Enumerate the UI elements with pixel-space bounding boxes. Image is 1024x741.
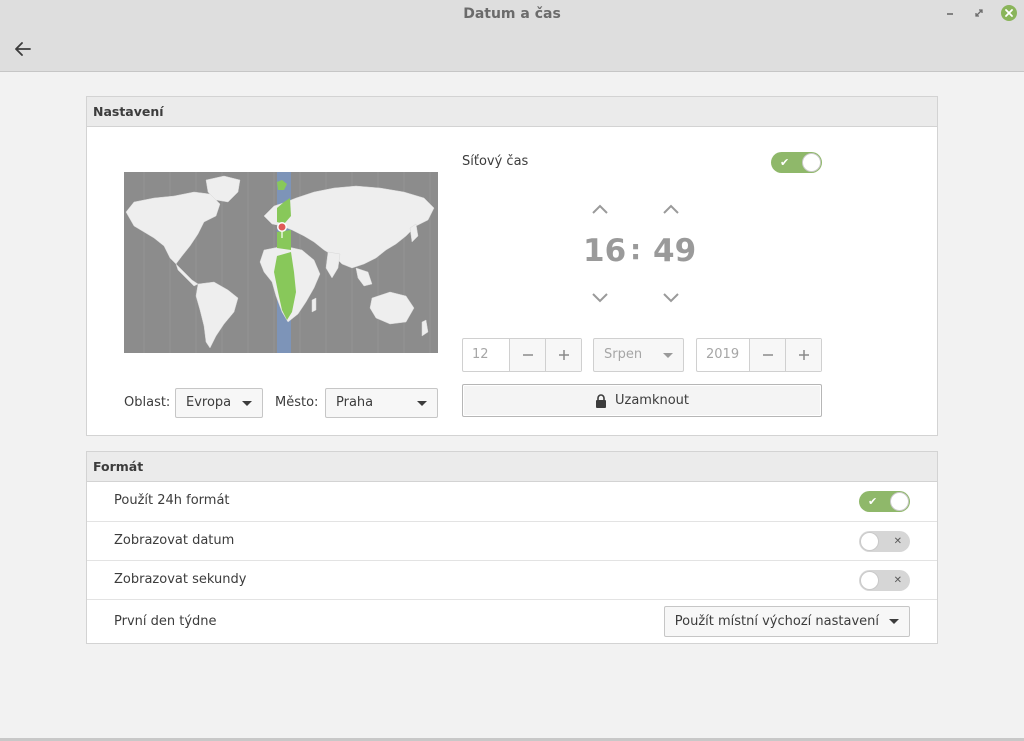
minus-icon bbox=[522, 354, 533, 356]
minute-down-chevron-down-icon[interactable] bbox=[661, 290, 681, 304]
switch-knob bbox=[802, 153, 821, 172]
region-label: Oblast: bbox=[124, 395, 171, 410]
maximize-button[interactable] bbox=[971, 6, 987, 20]
world-map bbox=[124, 172, 438, 353]
region-dropdown[interactable]: Evropa bbox=[175, 388, 263, 418]
x-icon: ✕ bbox=[893, 575, 902, 586]
year-plus-button[interactable] bbox=[785, 339, 821, 371]
city-value: Praha bbox=[336, 395, 374, 410]
hour-down-chevron-down-icon[interactable] bbox=[590, 290, 610, 304]
day-minus-button[interactable] bbox=[509, 339, 545, 371]
settings-section: Nastavení Oblast: Evropa Město: Praha Sí… bbox=[86, 96, 938, 436]
network-time-switch[interactable]: ✔ bbox=[771, 152, 822, 173]
timezone-map[interactable] bbox=[124, 172, 438, 353]
year-spinbutton[interactable]: 2019 bbox=[696, 338, 822, 372]
year-minus-button[interactable] bbox=[749, 339, 785, 371]
window-title: Datum a čas bbox=[463, 6, 561, 22]
dropdown-arrow-icon bbox=[663, 353, 673, 358]
switch-knob bbox=[860, 532, 879, 551]
minute-value: 49 bbox=[653, 233, 697, 269]
use-24h-label: Použít 24h formát bbox=[114, 493, 230, 508]
minus-icon bbox=[762, 354, 773, 356]
maximize-icon bbox=[975, 9, 983, 17]
year-value: 2019 bbox=[706, 347, 740, 362]
network-time-label: Síťový čas bbox=[462, 154, 529, 169]
first-day-label: První den týdne bbox=[114, 614, 217, 629]
show-seconds-label: Zobrazovat sekundy bbox=[114, 572, 247, 587]
close-button[interactable] bbox=[1001, 5, 1017, 21]
format-section: Formát Použít 24h formát ✔ Zobrazovat da… bbox=[86, 451, 938, 644]
minimize-button[interactable] bbox=[942, 6, 958, 20]
lock-label: Uzamknout bbox=[614, 393, 690, 408]
dropdown-arrow-icon bbox=[242, 401, 252, 406]
check-icon: ✔ bbox=[780, 156, 790, 169]
lock-icon bbox=[595, 393, 606, 408]
dropdown-arrow-icon bbox=[417, 401, 427, 406]
arrow-left-icon bbox=[15, 42, 31, 56]
show-date-label: Zobrazovat datum bbox=[114, 533, 235, 548]
plus-icon bbox=[798, 350, 809, 360]
time-separator: : bbox=[630, 233, 642, 266]
hour-up-chevron-up-icon[interactable] bbox=[590, 203, 610, 217]
day-value: 12 bbox=[472, 347, 489, 362]
show-seconds-switch[interactable]: ✕ bbox=[859, 570, 910, 591]
plus-icon bbox=[558, 350, 569, 360]
show-seconds-row: Zobrazovat sekundy ✕ bbox=[87, 560, 937, 599]
first-day-value: Použít místní výchozí nastavení bbox=[674, 614, 879, 629]
format-heading: Formát bbox=[87, 452, 937, 482]
city-dropdown[interactable]: Praha bbox=[325, 388, 438, 418]
show-date-switch[interactable]: ✕ bbox=[859, 531, 910, 552]
first-day-dropdown[interactable]: Použít místní výchozí nastavení bbox=[663, 606, 910, 637]
close-icon bbox=[1005, 9, 1013, 17]
dropdown-arrow-icon bbox=[889, 619, 899, 624]
month-dropdown[interactable]: Srpen bbox=[593, 338, 684, 372]
minute-up-chevron-up-icon[interactable] bbox=[661, 203, 681, 217]
city-label: Město: bbox=[275, 395, 319, 410]
day-spinbutton[interactable]: 12 bbox=[462, 338, 582, 372]
x-icon: ✕ bbox=[893, 536, 902, 547]
minimize-icon bbox=[947, 13, 953, 15]
use-24h-switch[interactable]: ✔ bbox=[859, 491, 910, 512]
lock-button[interactable]: Uzamknout bbox=[462, 384, 822, 417]
back-button[interactable] bbox=[8, 36, 38, 62]
header-bar: Datum a čas bbox=[0, 0, 1024, 72]
region-value: Evropa bbox=[186, 395, 232, 410]
month-value: Srpen bbox=[604, 347, 643, 362]
switch-knob bbox=[860, 571, 879, 590]
hour-value: 16 bbox=[583, 233, 627, 269]
first-day-row: První den týdne Použít místní výchozí na… bbox=[87, 599, 937, 643]
day-plus-button[interactable] bbox=[545, 339, 581, 371]
show-date-row: Zobrazovat datum ✕ bbox=[87, 521, 937, 560]
use-24h-row: Použít 24h formát ✔ bbox=[87, 482, 937, 521]
settings-heading: Nastavení bbox=[87, 97, 937, 127]
switch-knob bbox=[890, 492, 909, 511]
check-icon: ✔ bbox=[868, 495, 878, 508]
